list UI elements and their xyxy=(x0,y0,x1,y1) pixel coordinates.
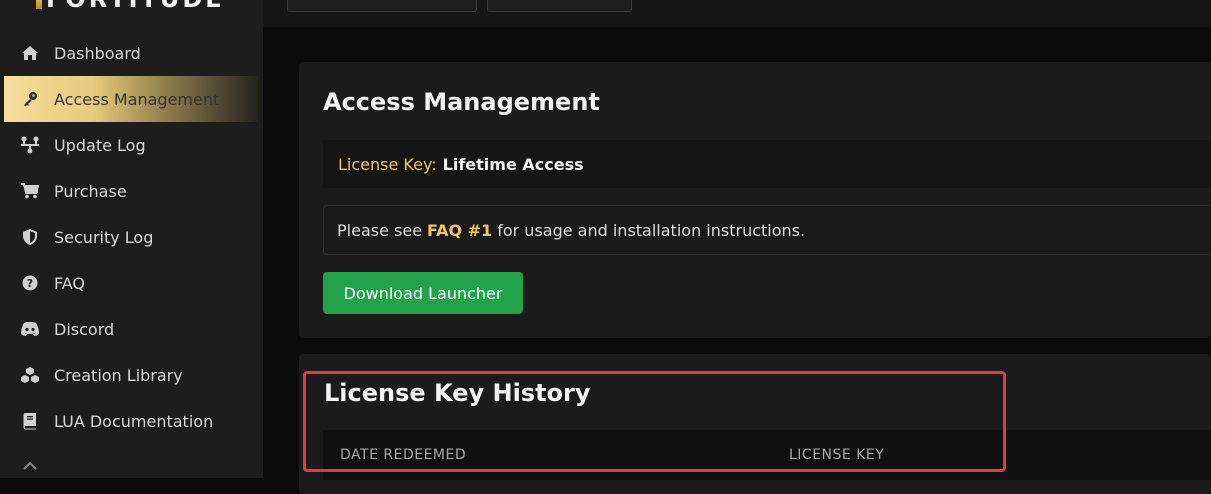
logo[interactable]: FORTITUDE xyxy=(36,0,225,13)
update-log-icon xyxy=(20,135,40,155)
sidebar-item-label: Creation Library xyxy=(54,365,183,385)
license-key-value: Lifetime Access xyxy=(442,154,584,174)
sidebar-item-faq[interactable]: ? FAQ xyxy=(0,260,263,306)
sidebar-item-access-management[interactable]: Access Management xyxy=(4,76,258,122)
top-bar-button-1[interactable] xyxy=(287,0,477,12)
more-icon xyxy=(20,457,40,477)
sidebar-item-lua-documentation[interactable]: LUA Documentation xyxy=(0,398,263,444)
sidebar-item-security-log[interactable]: Security Log xyxy=(0,214,263,260)
sidebar-item-label: Update Log xyxy=(54,135,146,155)
info-suffix: for usage and installation instructions. xyxy=(497,220,806,240)
faq-link[interactable]: FAQ #1 xyxy=(427,221,492,240)
download-launcher-button[interactable]: Download Launcher xyxy=(323,272,523,314)
sidebar-item-label: LUA Documentation xyxy=(54,411,214,431)
highlight-box xyxy=(303,371,1006,472)
info-box: Please see FAQ #1 for usage and installa… xyxy=(323,205,1211,255)
sidebar-item-update-log[interactable]: Update Log xyxy=(0,122,263,168)
logo-text: FORTITUDE xyxy=(46,0,225,13)
cart-icon xyxy=(20,181,40,201)
sidebar: FORTITUDE Dashboard Access Management Up… xyxy=(0,0,263,478)
sidebar-item-purchase[interactable]: Purchase xyxy=(0,168,263,214)
sidebar-item-label: Dashboard xyxy=(54,43,141,63)
sidebar-item-creation-library[interactable]: Creation Library xyxy=(0,352,263,398)
top-bar-button-2[interactable] xyxy=(487,0,632,12)
license-key-row: License Key: Lifetime Access xyxy=(323,140,1211,188)
key-icon xyxy=(20,89,40,109)
sidebar-item-label: FAQ xyxy=(54,273,85,293)
page-title: Access Management xyxy=(323,88,600,116)
shield-icon xyxy=(20,227,40,247)
logo-mark-icon xyxy=(36,0,42,9)
sidebar-item-label: Access Management xyxy=(54,89,220,109)
discord-icon xyxy=(20,319,40,339)
sidebar-item-partial[interactable] xyxy=(0,444,263,490)
book-icon xyxy=(20,411,40,431)
sidebar-item-discord[interactable]: Discord xyxy=(0,306,263,352)
sidebar-item-label: Purchase xyxy=(54,181,127,201)
sidebar-nav: Dashboard Access Management Update Log P… xyxy=(0,30,263,490)
question-icon: ? xyxy=(20,273,40,293)
home-icon xyxy=(20,43,40,63)
top-bar xyxy=(263,0,1211,27)
license-key-label: License Key: xyxy=(338,154,437,174)
sidebar-item-label: Discord xyxy=(54,319,115,339)
sidebar-item-label: Security Log xyxy=(54,227,154,247)
svg-text:?: ? xyxy=(27,277,33,290)
access-management-card: Access Management License Key: Lifetime … xyxy=(299,62,1211,338)
cubes-icon xyxy=(20,365,40,385)
sidebar-item-dashboard[interactable]: Dashboard xyxy=(0,30,263,76)
info-prefix: Please see xyxy=(337,220,423,240)
